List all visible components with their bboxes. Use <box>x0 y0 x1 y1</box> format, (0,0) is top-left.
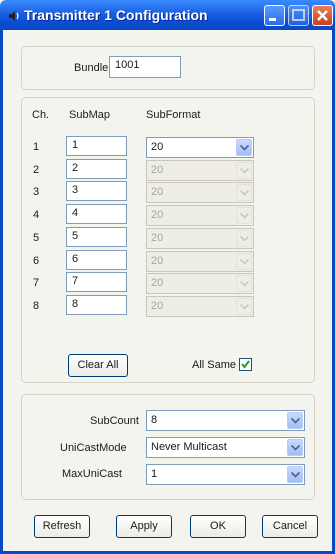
column-header-submap: SubMap <box>69 109 110 121</box>
subcount-value: 8 <box>151 414 158 426</box>
column-header-subformat: SubFormat <box>146 109 201 121</box>
chevron-down-icon <box>236 275 252 293</box>
bundle-group: Bundle 1001 <box>21 46 315 90</box>
chevron-down-icon[interactable] <box>236 139 252 156</box>
channel-number: 6 <box>33 254 40 267</box>
channel-group: Ch. SubMap SubFormat 1 1 20 2 2 20 3 3 20 4 4 20 5 5 2… <box>21 97 315 383</box>
subformat-value: 20 <box>151 231 164 244</box>
ok-button[interactable]: OK <box>190 515 246 538</box>
bundle-input[interactable]: 1001 <box>109 56 181 78</box>
subformat-value: 20 <box>151 277 164 290</box>
submap-input[interactable]: 1 <box>66 136 127 156</box>
channel-number: 4 <box>33 209 40 222</box>
chevron-down-icon <box>236 184 252 202</box>
maximize-icon <box>292 9 305 21</box>
channel-number: 7 <box>33 277 40 290</box>
close-icon <box>317 10 328 21</box>
dialog-window: Transmitter 1 Configuration Bundle 1001 … <box>0 0 335 554</box>
title-bar[interactable]: Transmitter 1 Configuration <box>0 0 335 30</box>
channel-number: 5 <box>33 231 40 244</box>
channel-number: 2 <box>33 163 40 176</box>
window-title: Transmitter 1 Configuration <box>24 7 208 23</box>
channel-number: 3 <box>33 186 40 199</box>
submap-input[interactable]: 8 <box>66 294 127 315</box>
chevron-down-icon <box>236 297 252 315</box>
submap-input[interactable]: 7 <box>66 272 127 293</box>
clear-all-button[interactable]: Clear All <box>68 354 128 377</box>
maximize-button[interactable] <box>288 5 309 26</box>
channel-number: 8 <box>33 299 40 312</box>
submap-input[interactable]: 4 <box>66 204 127 225</box>
maxunicast-select[interactable]: 1 <box>146 464 305 485</box>
subcount-select[interactable]: 8 <box>146 410 305 431</box>
chevron-down-icon[interactable] <box>287 412 303 429</box>
channel-number: 1 <box>33 141 40 153</box>
apply-button[interactable]: Apply <box>116 515 172 538</box>
close-button[interactable] <box>312 5 333 26</box>
maxunicast-label: MaxUniCast <box>62 468 122 480</box>
subformat-value: 20 <box>151 186 164 199</box>
subformat-value: 20 <box>151 163 164 176</box>
cancel-button[interactable]: Cancel <box>262 515 318 538</box>
subformat-select: 20 <box>146 273 254 295</box>
subformat-select: 20 <box>146 295 254 317</box>
bundle-label: Bundle <box>74 62 109 74</box>
settings-group: SubCount 8 UniCastMode Never Multicast M… <box>21 394 315 500</box>
subformat-select: 20 <box>146 250 254 272</box>
minimize-icon <box>269 18 276 21</box>
chevron-down-icon[interactable] <box>287 466 303 483</box>
unicastmode-value: Never Multicast <box>151 441 227 453</box>
maxunicast-value: 1 <box>151 468 158 480</box>
column-header-ch: Ch. <box>32 109 50 121</box>
subformat-select: 20 <box>146 205 254 227</box>
subformat-select: 20 <box>146 227 254 249</box>
subformat-value: 20 <box>151 209 164 222</box>
subformat-select: 20 <box>146 159 254 181</box>
checkmark-icon <box>241 360 250 369</box>
speaker-icon <box>8 10 19 21</box>
unicastmode-label: UniCastMode <box>60 442 127 454</box>
chevron-down-icon <box>236 252 252 270</box>
submap-input[interactable]: 3 <box>66 181 127 202</box>
chevron-down-icon[interactable] <box>287 439 303 456</box>
subformat-value: 20 <box>151 299 164 312</box>
chevron-down-icon <box>236 229 252 247</box>
submap-input[interactable]: 6 <box>66 249 127 270</box>
unicastmode-select[interactable]: Never Multicast <box>146 437 305 458</box>
subcount-label: SubCount <box>90 415 139 427</box>
chevron-down-icon <box>236 207 252 225</box>
submap-input[interactable]: 5 <box>66 226 127 247</box>
subformat-value: 20 <box>151 141 164 153</box>
refresh-button[interactable]: Refresh <box>34 515 90 538</box>
all-same-label: All Same <box>192 359 237 371</box>
subformat-select: 20 <box>146 182 254 204</box>
subformat-select[interactable]: 20 <box>146 137 254 158</box>
minimize-button[interactable] <box>264 5 285 26</box>
all-same-checkbox[interactable] <box>239 358 252 371</box>
submap-input[interactable]: 2 <box>66 158 127 179</box>
chevron-down-icon <box>236 161 252 179</box>
subformat-value: 20 <box>151 254 164 267</box>
